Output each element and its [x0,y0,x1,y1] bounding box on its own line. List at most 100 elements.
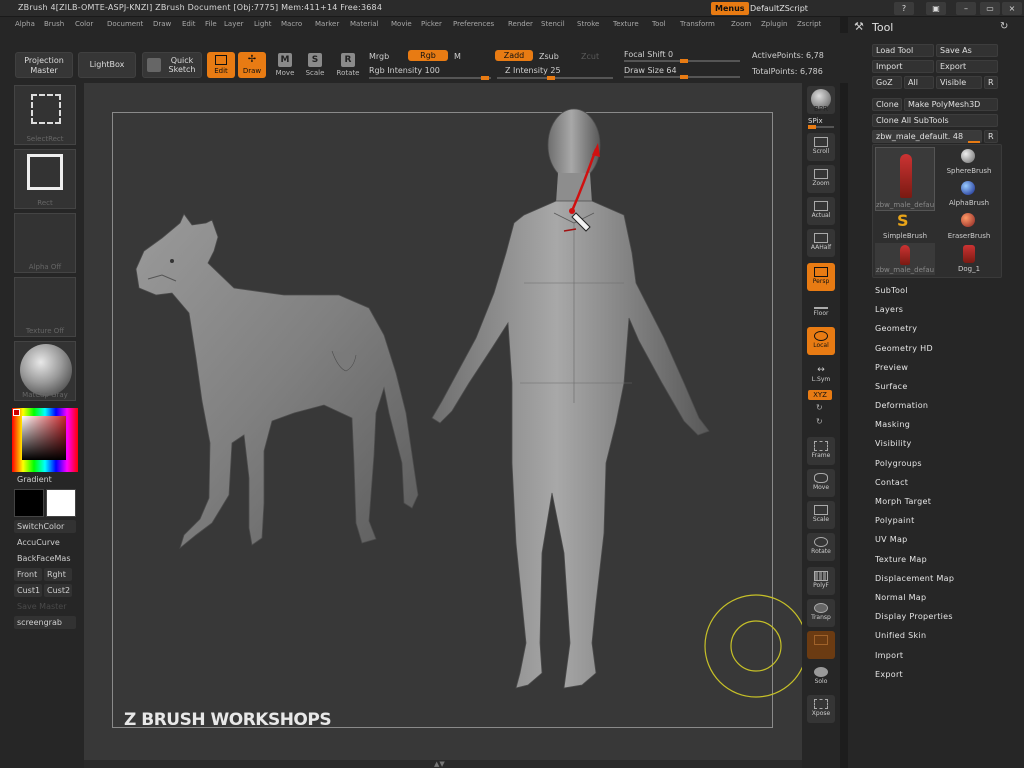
rotate-button[interactable]: R Rotate [335,52,361,82]
default-zscript-button[interactable]: DefaultZScript [746,2,812,15]
current-tool-slider-thumb[interactable] [968,141,980,143]
ghost-button[interactable] [807,631,835,659]
subpalette-visibility[interactable]: Visibility [875,439,912,448]
menu-file[interactable]: File [205,20,217,28]
secondary-color-swatch[interactable] [14,489,44,517]
m-button[interactable]: M [454,52,461,61]
alpha-thumb[interactable]: Alpha Off [14,213,76,273]
subpalette-display-properties[interactable]: Display Properties [875,612,953,621]
subpalette-subtool[interactable]: SubTool [875,286,908,295]
projection-master-button[interactable]: Projection Master [15,52,73,78]
move-button[interactable]: M Move [272,52,298,82]
aahalf-button[interactable]: AAHalf [807,229,835,257]
subpalette-layers[interactable]: Layers [875,305,903,314]
rotate-view-button[interactable]: Rotate [807,533,835,561]
rgb-button[interactable]: Rgb [408,50,448,61]
menu-marker[interactable]: Marker [315,20,339,28]
refresh-icon[interactable]: ↻ [1000,21,1008,32]
bpr-button[interactable]: BPR [807,86,835,114]
frame-button[interactable]: Frame [807,437,835,465]
menu-transform[interactable]: Transform [680,20,715,28]
zadd-button[interactable]: Zadd [495,50,533,61]
restore-icon[interactable]: ▭ [980,2,1000,15]
rgb-intensity-slider[interactable] [369,76,491,80]
actual-button[interactable]: Actual [807,197,835,225]
subpalette-uv-map[interactable]: UV Map [875,535,908,544]
subpalette-polypaint[interactable]: Polypaint [875,516,915,525]
menu-draw[interactable]: Draw [153,20,171,28]
navigation-gizmo[interactable] [704,594,802,698]
minimize-icon[interactable]: – [956,2,976,15]
select-rect-thumb[interactable]: SelectRect [14,85,76,145]
help-icon[interactable]: ? [894,2,914,15]
slider-thumb[interactable] [680,59,688,63]
menu-preferences[interactable]: Preferences [453,20,494,28]
subpalette-import[interactable]: Import [875,651,903,660]
menus-button[interactable]: Menus [711,2,749,15]
export-button[interactable]: Export [936,60,998,73]
local-button[interactable]: Local [807,327,835,355]
draw-button[interactable]: ✢ Draw [238,52,266,78]
tool-thumb-male[interactable]: zbw_male_defau [875,147,935,211]
subpalette-geometry-hd[interactable]: Geometry HD [875,344,933,353]
menu-layer[interactable]: Layer [224,20,244,28]
front-button[interactable]: Front [14,568,42,581]
import-button[interactable]: Import [872,60,934,73]
subpalette-polygroups[interactable]: Polygroups [875,459,922,468]
tool-thumb-male-2[interactable]: zbw_male_defau [875,243,935,275]
load-tool-button[interactable]: Load Tool [872,44,934,57]
zsub-button[interactable]: Zsub [539,52,559,61]
goz-button[interactable]: GoZ [872,76,902,89]
rotate-y-icon[interactable]: ↻ [816,403,823,412]
subpalette-geometry[interactable]: Geometry [875,324,917,333]
viewport-models[interactable] [84,83,802,760]
male-model[interactable] [431,108,710,689]
subpalette-export[interactable]: Export [875,670,903,679]
main-color-swatch[interactable] [46,489,76,517]
screengrab-button[interactable]: screengrab [14,616,76,629]
menu-color[interactable]: Color [75,20,93,28]
clone-all-subtools-button[interactable]: Clone All SubTools [872,114,998,127]
scale-view-button[interactable]: Scale [807,501,835,529]
save-as-button[interactable]: Save As [936,44,998,57]
dog-model[interactable] [135,213,419,550]
rect-stroke-thumb[interactable]: Rect [14,149,76,209]
polyf-button[interactable]: PolyF [807,567,835,595]
cust1-button[interactable]: Cust1 [14,584,42,597]
zoom-button[interactable]: Zoom [807,165,835,193]
menu-picker[interactable]: Picker [421,20,442,28]
backfacemask-button[interactable]: BackFaceMas [14,552,73,565]
menu-macro[interactable]: Macro [281,20,302,28]
edit-button[interactable]: Edit [207,52,235,78]
scroll-button[interactable]: Scroll [807,133,835,161]
tool-thumb-eraserbrush[interactable]: EraserBrush [939,211,999,241]
subpalette-contact[interactable]: Contact [875,478,908,487]
make-polymesh-button[interactable]: Make PolyMesh3D [904,98,998,111]
color-square[interactable] [22,416,66,460]
tool-thumb-alphabrush[interactable]: AlphaBrush [939,179,999,209]
slider-thumb[interactable] [481,76,489,80]
tool-thumb-spherebrush[interactable]: SphereBrush [939,147,999,177]
xyz-button[interactable]: XYZ [808,390,832,400]
transp-button[interactable]: Transp [807,599,835,627]
subpalette-morph-target[interactable]: Morph Target [875,497,931,506]
close-icon[interactable]: × [1002,2,1022,15]
texture-thumb[interactable]: Texture Off [14,277,76,337]
subpalette-displacement-map[interactable]: Displacement Map [875,574,954,583]
menu-edit[interactable]: Edit [182,20,196,28]
rotate-z-icon[interactable]: ↻ [816,417,823,426]
tool-thumb-simplebrush[interactable]: S SimpleBrush [875,211,935,241]
quick-sketch-button[interactable]: Quick Sketch [142,52,202,78]
lock-icon[interactable]: ▣ [926,2,946,15]
zcut-button[interactable]: Zcut [581,52,599,61]
slider-thumb[interactable] [680,75,688,79]
tool-r-button[interactable]: R [984,130,998,143]
subpalette-deformation[interactable]: Deformation [875,401,928,410]
floor-button[interactable]: Floor [807,295,835,323]
subpalette-normal-map[interactable]: Normal Map [875,593,926,602]
goz-visible-button[interactable]: Visible [936,76,982,89]
draw-size-slider[interactable] [624,75,740,79]
menu-movie[interactable]: Movie [391,20,412,28]
solo-button[interactable]: Solo [807,663,835,691]
cust2-button[interactable]: Cust2 [44,584,72,597]
